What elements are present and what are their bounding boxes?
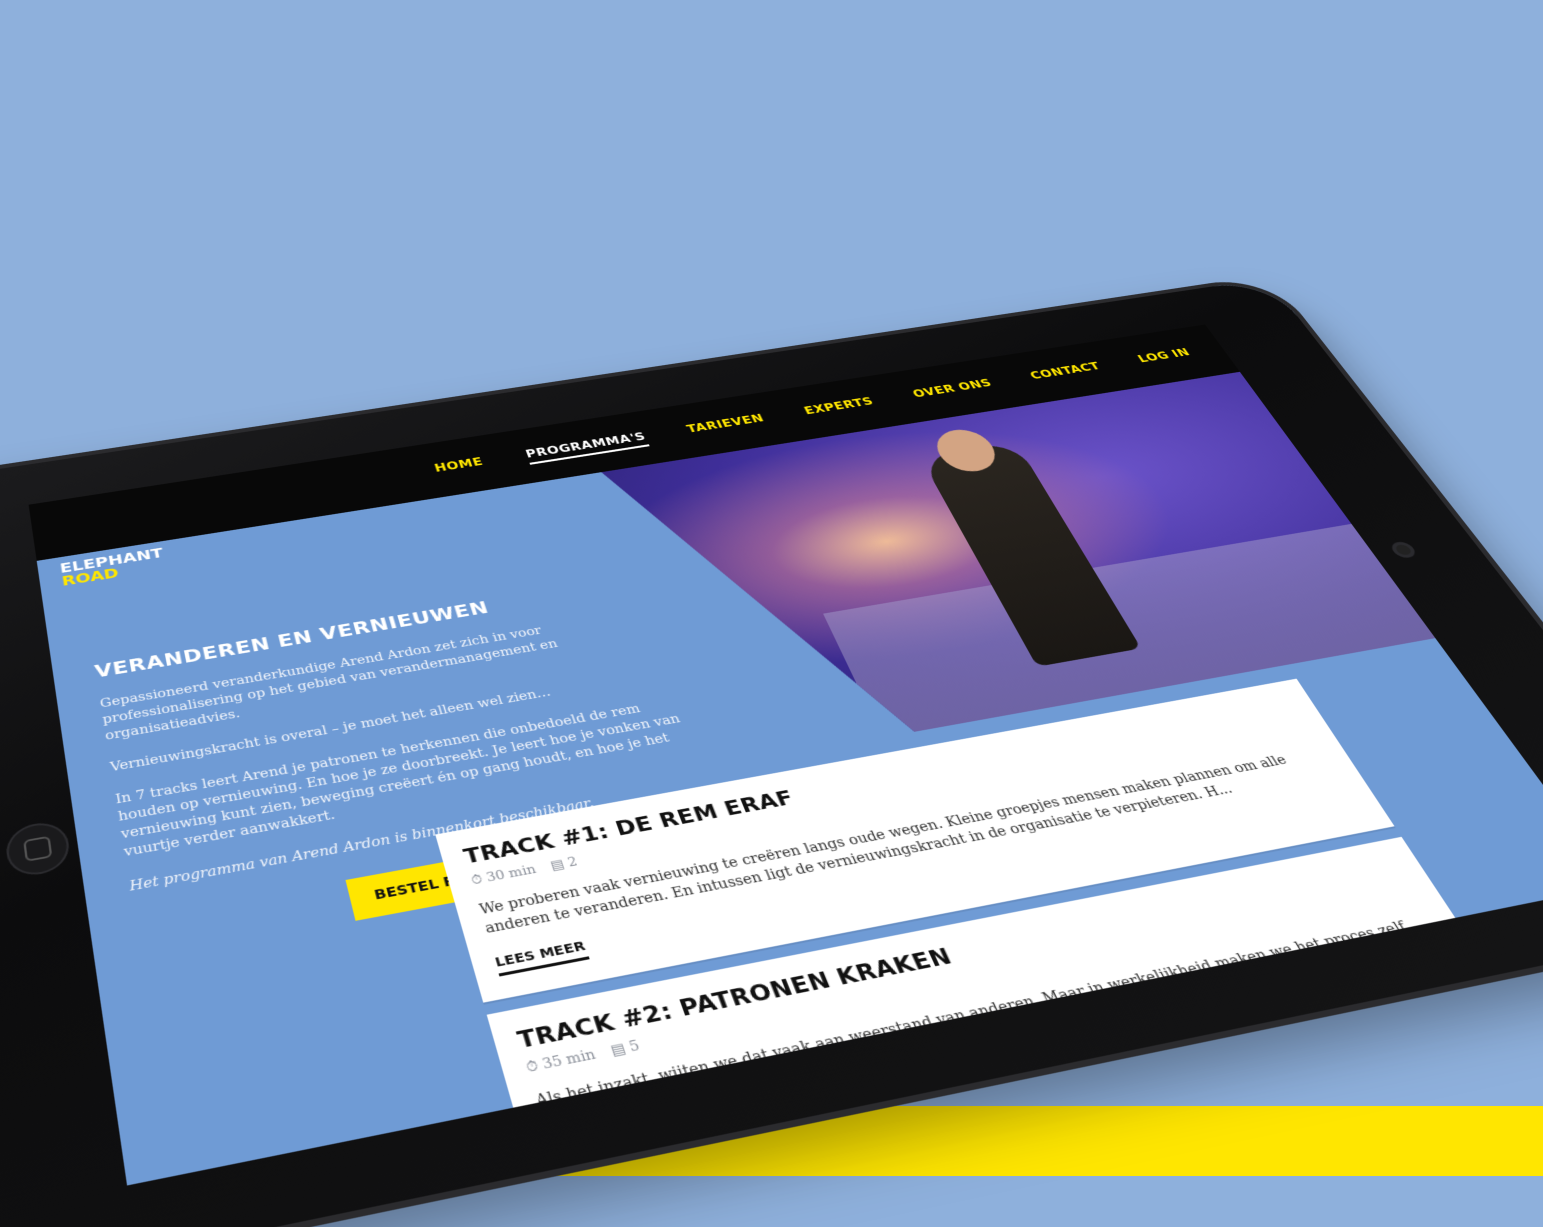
elephant-road-logo[interactable]: ELEPHANT ROAD — [59, 546, 164, 606]
nav-log-in[interactable]: LOG IN — [1135, 347, 1195, 369]
nav-experts[interactable]: EXPERTS — [802, 395, 878, 421]
tablet-scene: HOME PROGRAMMA'S TARIEVEN EXPERTS OVER O… — [0, 0, 1543, 1227]
website-screen: HOME PROGRAMMA'S TARIEVEN EXPERTS OVER O… — [28, 324, 1543, 1186]
nav-home[interactable]: HOME — [433, 456, 486, 480]
track-duration: 35 min — [540, 1046, 598, 1074]
count-meta: ▤5 — [609, 1038, 642, 1059]
document-icon: ▤ — [608, 1041, 628, 1060]
nav-programmas[interactable]: PROGRAMMA'S — [523, 430, 650, 465]
home-button[interactable] — [3, 818, 73, 880]
track-duration: 30 min — [484, 862, 539, 886]
tablet-device: HOME PROGRAMMA'S TARIEVEN EXPERTS OVER O… — [0, 278, 1543, 1227]
nav-over-ons[interactable]: OVER ONS — [911, 377, 997, 404]
clock-icon: ⏱ — [469, 872, 485, 889]
document-icon: ▤ — [548, 857, 567, 874]
track-count: 2 — [566, 855, 580, 871]
nav-tarieven[interactable]: TARIEVEN — [685, 412, 768, 439]
read-more-link[interactable]: LEES MEER — [493, 939, 590, 977]
camera-icon — [1393, 543, 1414, 556]
nav-contact[interactable]: CONTACT — [1028, 360, 1106, 385]
clock-icon: ⏱ — [524, 1058, 541, 1077]
home-square-icon — [23, 835, 53, 862]
count-meta: ▤2 — [549, 855, 580, 873]
track-count: 5 — [627, 1038, 642, 1056]
